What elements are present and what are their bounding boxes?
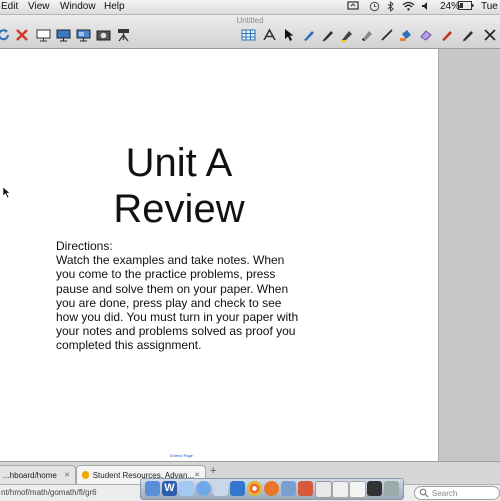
app-icon[interactable] [298,481,313,496]
highlighter-icon[interactable] [339,27,355,43]
pointer-icon[interactable] [281,27,297,43]
marker-icon[interactable] [320,27,336,43]
word-icon[interactable]: W [162,481,177,496]
document-icon[interactable] [349,481,366,498]
app-icon[interactable] [367,481,382,496]
pencil-icon[interactable] [460,27,476,43]
tripod-icon[interactable] [115,27,131,43]
app-icon[interactable] [213,481,228,496]
favicon-icon [82,471,89,479]
menu-help[interactable]: Help [104,1,125,12]
menu-bar: Edit View Window Help 24% Tue [0,0,500,15]
mouse-cursor-icon [2,186,11,204]
monitor-dual-icon[interactable] [75,27,91,43]
title-line-1: Unit A [125,141,233,185]
fill-icon[interactable] [398,27,414,43]
battery-percent: 24% [440,1,461,12]
bluetooth-icon[interactable] [387,0,395,15]
side-panel [438,49,500,461]
refresh-icon[interactable] [0,27,12,43]
url-text[interactable]: nt/hmof/math/gomath/fl/gr6 [1,488,97,497]
search-icon [419,488,429,498]
new-tab-button[interactable]: + [210,465,216,477]
monitor-icon[interactable] [55,27,71,43]
directions-heading: Directions: [56,239,113,253]
dock: W [140,478,404,500]
search-input[interactable]: Search [414,486,500,500]
document-icon[interactable] [315,481,332,498]
shape-eraser-icon[interactable] [418,27,434,43]
screen-share-icon[interactable] [347,1,359,14]
time-machine-icon[interactable] [369,1,380,15]
wifi-icon[interactable] [402,1,415,14]
menu-edit[interactable]: Edit [1,1,18,12]
window-title: Untitled [236,16,264,25]
close-x-icon[interactable] [14,27,30,43]
battery-icon[interactable] [458,1,474,13]
slide-title: Unit A Review [60,140,298,232]
pen-icon[interactable] [301,27,317,43]
app-icon[interactable] [230,481,245,496]
finder-icon[interactable] [145,481,160,496]
title-line-2: Review [113,187,245,231]
search-placeholder: Search [432,488,458,498]
trash-icon[interactable] [384,481,399,496]
close-x-icon[interactable] [482,27,498,43]
text-tool-icon[interactable] [261,27,277,43]
eraser-icon[interactable] [359,27,375,43]
line-icon[interactable] [379,27,395,43]
tab-label: ...hboard/home [3,470,57,480]
directions-block: Directions: Watch the examples and take … [56,239,306,353]
pen-red-icon[interactable] [439,27,455,43]
document-icon[interactable] [332,481,349,498]
camera-icon[interactable] [95,27,111,43]
volume-icon[interactable] [421,1,430,14]
tab-dashboard[interactable]: ...hboard/home ✕ [0,465,76,484]
screen-icon[interactable] [35,27,51,43]
safari-icon[interactable] [196,481,211,496]
table-icon[interactable] [240,27,256,43]
menu-view[interactable]: View [28,1,50,12]
app-toolbar: Untitled [0,15,500,49]
directions-body: Watch the examples and take notes. When … [56,253,299,353]
tab-close-icon[interactable]: ✕ [64,471,75,479]
menu-window[interactable]: Window [60,1,96,12]
chrome-icon[interactable] [247,481,262,496]
extend-page-link[interactable]: Extend Page [170,453,193,458]
firefox-icon[interactable] [264,481,279,496]
clock[interactable]: Tue [481,1,498,12]
app-icon[interactable] [281,481,296,496]
app-icon[interactable] [179,481,194,496]
